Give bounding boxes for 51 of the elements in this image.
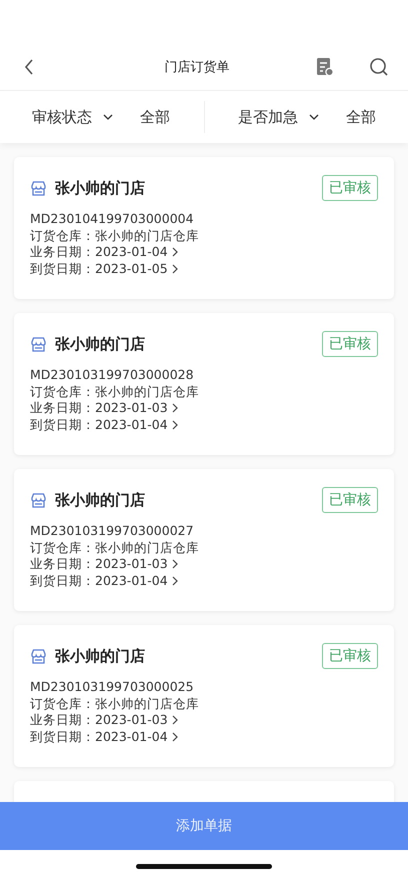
chevron-right-icon <box>170 732 180 742</box>
store-icon <box>30 336 47 352</box>
order-code: MD230103199703000028 <box>30 367 195 384</box>
store-name: 张小帅的门店 <box>55 646 145 666</box>
chevron-right-icon <box>170 247 180 258</box>
arrival-date: 到货日期：2023-01-05 <box>30 260 168 277</box>
status-badge: 已审核 <box>322 487 378 513</box>
order-code: MD230103199703000025 <box>30 679 195 696</box>
order-card[interactable]: 张小帅的门店 已审核 MD230103199703000027 订货仓库：张小帅的门店仓库 业务日期：2023-01-03 到货日期：2023-01-04 <box>14 469 394 611</box>
chevron-right-icon <box>170 264 180 274</box>
chevron-right-icon <box>170 420 180 430</box>
warehouse-text: 订货仓库：张小帅的门店仓库 <box>30 384 200 400</box>
search-button[interactable] <box>368 56 390 78</box>
arrival-date: 到货日期：2023-01-04 <box>30 728 168 745</box>
store-icon <box>30 180 47 196</box>
business-date: 业务日期：2023-01-03 <box>30 556 168 572</box>
filter-dropdown[interactable]: 审核状态 <box>32 108 114 126</box>
order-code: MD230103199703000027 <box>30 523 195 540</box>
filter-value: 全部 <box>140 108 170 126</box>
store-name: 张小帅的门店 <box>55 334 145 354</box>
order-card[interactable]: 张小帅的门店 已审核 MD230103199703000028 订货仓库：张小帅的门店仓库 业务日期：2023-01-03 到货日期：2023-01-04 <box>14 313 394 455</box>
status-badge: 已审核 <box>322 331 378 357</box>
filter-value: 全部 <box>346 108 376 126</box>
business-date: 业务日期：2023-01-03 <box>30 712 168 728</box>
status-badge: 已审核 <box>322 175 378 201</box>
chevron-down-icon <box>102 113 114 121</box>
order-card[interactable]: 张小帅的门店 已审核 MD230103199703000025 订货仓库：张小帅的门店仓库 业务日期：2023-01-03 到货日期：2023-01-04 <box>14 625 394 767</box>
chevron-right-icon <box>170 576 180 586</box>
chevron-left-icon <box>24 58 34 76</box>
order-code: MD230104199703000004 <box>30 211 195 228</box>
store-icon <box>30 492 47 508</box>
order-card[interactable]: 张小帅的门店 已审核 MD230104199703000004 订货仓库：张小帅的门店仓库 业务日期：2023-01-04 到货日期：2023-01-05 <box>14 157 394 299</box>
warehouse-text: 订货仓库：张小帅的门店仓库 <box>30 228 200 244</box>
arrival-date: 到货日期：2023-01-04 <box>30 572 168 589</box>
store-name: 张小帅的门店 <box>55 178 145 198</box>
document-icon <box>316 57 334 77</box>
store-name: 张小帅的门店 <box>55 490 145 510</box>
business-date: 业务日期：2023-01-04 <box>30 244 168 260</box>
business-date: 业务日期：2023-01-03 <box>30 400 168 416</box>
warehouse-text: 订货仓库：张小帅的门店仓库 <box>30 540 200 556</box>
warehouse-text: 订货仓库：张小帅的门店仓库 <box>30 696 200 712</box>
chevron-right-icon <box>170 559 180 570</box>
search-icon <box>369 57 389 77</box>
page-title: 门店订货单 <box>164 59 230 76</box>
store-icon <box>30 648 47 664</box>
arrival-date: 到货日期：2023-01-04 <box>30 416 168 433</box>
chevron-right-icon <box>170 403 180 414</box>
filter-dropdown[interactable]: 是否加急 <box>238 108 320 126</box>
chevron-down-icon <box>308 113 320 121</box>
status-badge: 已审核 <box>322 643 378 669</box>
chevron-right-icon <box>170 715 180 726</box>
